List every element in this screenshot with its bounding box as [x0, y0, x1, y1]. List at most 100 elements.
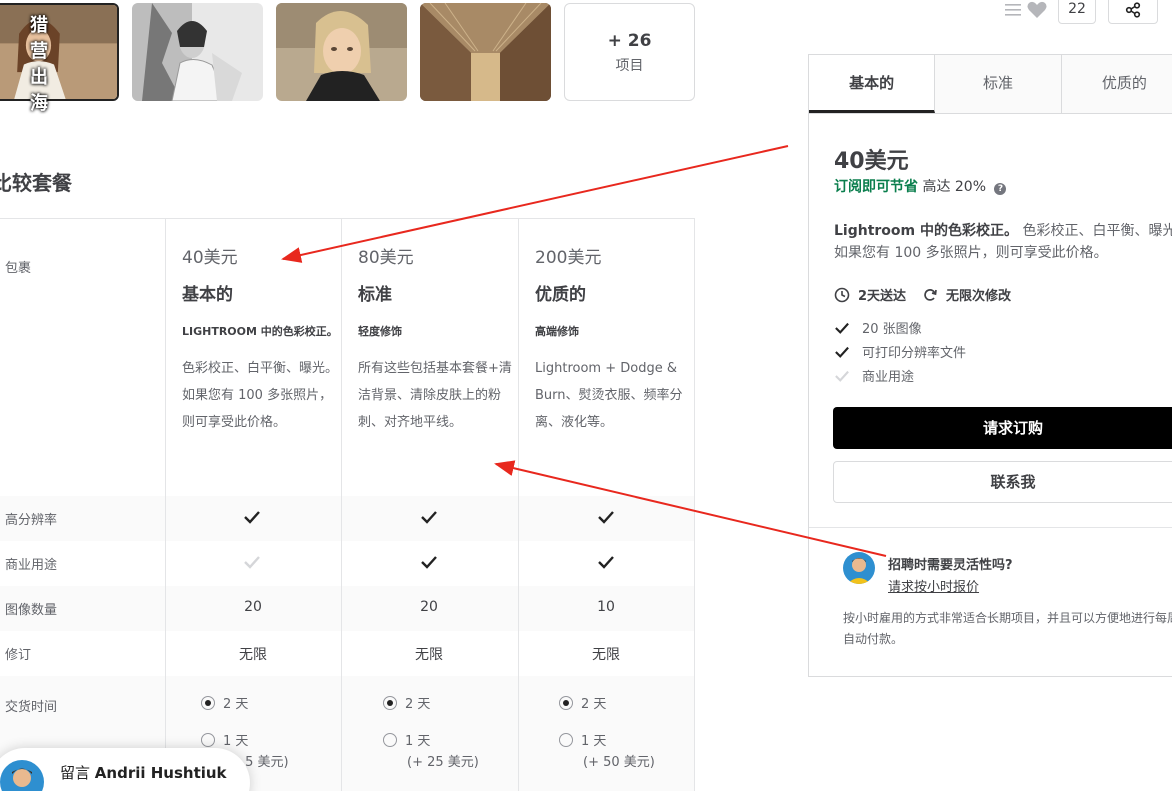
- row-label-hires: 高分辨率: [5, 513, 58, 528]
- delivery-option-label: 1 天: [405, 734, 431, 749]
- revisions-standard: 无限: [415, 647, 443, 663]
- package-premium: 200美元 优质的 高端修饰 Lightroom + Dodge & Burn、…: [535, 243, 695, 436]
- row-commercial: 商业用途: [0, 541, 695, 586]
- compare-packages-title: 比较套餐: [0, 171, 72, 195]
- package-description: Lightroom + Dodge & Burn、熨烫衣服、频率分离、液化等。: [535, 361, 683, 430]
- seller-avatar: [0, 760, 44, 791]
- package-subtitle: 轻度修饰: [358, 325, 402, 338]
- row-label-package: 包裹: [5, 261, 32, 276]
- package-subtitle: LIGHTROOM 中的色彩校正。: [182, 325, 338, 338]
- check-icon-disabled: [835, 370, 849, 382]
- compare-table: 高分辨率 商业用途 图像数量 修订 交货时间 包裹 40美元 基本的 LIGHT…: [0, 218, 695, 791]
- more-items-label: 项目: [615, 58, 644, 74]
- delivery-radio-basic-2d[interactable]: 2 天: [201, 693, 248, 712]
- help-icon[interactable]: ?: [994, 183, 1007, 195]
- revisions-premium: 无限: [592, 647, 620, 663]
- gallery-thumbnail-2[interactable]: [132, 3, 263, 101]
- delivery-radio-premium-1d[interactable]: 1 天 (+ 50 美元): [559, 730, 655, 770]
- images-standard: 20: [420, 599, 438, 615]
- chat-prefix: 留言: [60, 764, 91, 782]
- share-button[interactable]: [1108, 0, 1158, 24]
- row-label-images: 图像数量: [5, 603, 58, 618]
- check-icon: [421, 511, 437, 524]
- menu-icon[interactable]: [1004, 2, 1022, 18]
- radio-icon: [201, 733, 215, 747]
- delivery-radio-standard-1d[interactable]: 1 天 (+ 25 美元): [383, 730, 479, 770]
- package-subtitle: 高端修饰: [535, 325, 579, 338]
- radio-icon: [383, 733, 397, 747]
- radio-selected-icon: [559, 696, 573, 710]
- package-name: 基本的: [182, 285, 233, 305]
- delivery-option-label: 1 天: [223, 734, 249, 749]
- heart-icon[interactable]: [1026, 0, 1048, 20]
- delivery-info: 2天送达 无限次修改: [834, 285, 1011, 304]
- hourly-description: 按小时雇用的方式非常适合长期项目，并且可以方便地进行每周自动付款。: [843, 611, 1172, 646]
- tab-basic[interactable]: 基本的: [809, 55, 936, 113]
- check-icon: [835, 322, 849, 334]
- package-description: 色彩校正、白平衡、曝光。如果您有 100 多张照片，则可享受此价格。: [182, 361, 339, 430]
- watermark-text: 猎营出海: [30, 15, 49, 114]
- delivery-option-label: 2 天: [581, 697, 607, 712]
- clock-icon: [834, 287, 850, 302]
- check-icon: [598, 556, 614, 569]
- subscription-savings: 订阅即可节省 高达 20% ?: [834, 176, 1007, 196]
- radio-selected-icon: [383, 696, 397, 710]
- seller-name: Andrii Hushtiuk: [94, 764, 227, 782]
- delivery-radio-premium-2d[interactable]: 2 天: [559, 693, 606, 712]
- package-name: 标准: [358, 285, 392, 305]
- sidebar-description: Lightroom 中的色彩校正。 色彩校正、白平衡、曝光。如果您有 100 多…: [834, 220, 1172, 264]
- package-name: 优质的: [535, 285, 586, 305]
- delivery-option-label: 2 天: [405, 697, 431, 712]
- delivery-time: 2天送达: [858, 289, 907, 304]
- check-icon: [244, 511, 260, 524]
- hourly-question: 招聘时需要灵活性吗?: [888, 558, 1013, 573]
- feature-label: 可打印分辨率文件: [862, 346, 967, 361]
- row-hires: 高分辨率: [0, 496, 695, 541]
- divider: [809, 527, 1172, 528]
- revisions-basic: 无限: [239, 647, 267, 663]
- feature-item: 20 张图像: [834, 318, 922, 337]
- contact-me-button[interactable]: 联系我: [833, 461, 1172, 503]
- images-basic: 20: [244, 599, 262, 615]
- package-standard: 80美元 标准 轻度修饰 所有这些包括基本套餐+清洁背景、清除皮肤上的粉刺、对齐…: [358, 243, 518, 436]
- package-tabs: 基本的 标准 优质的: [809, 55, 1172, 114]
- check-icon: [598, 511, 614, 524]
- feature-label: 商业用途: [862, 370, 915, 385]
- contact-seller-bubble[interactable]: 留言 Andrii Hushtiuk: [0, 748, 250, 791]
- avatar: [843, 552, 875, 584]
- package-price: 200美元: [535, 248, 602, 268]
- package-description: 所有这些包括基本套餐+清洁背景、清除皮肤上的粉刺、对齐地平线。: [358, 361, 512, 430]
- gallery-thumbnail-1[interactable]: [0, 3, 119, 101]
- radio-icon: [559, 733, 573, 747]
- package-basic: 40美元 基本的 LIGHTROOM 中的色彩校正。 色彩校正、白平衡、曝光。如…: [182, 243, 342, 436]
- radio-selected-icon: [201, 696, 215, 710]
- savings-amount: 高达 20%: [922, 179, 987, 195]
- delivery-option-extra: (+ 25 美元): [407, 755, 479, 770]
- gallery-thumbnail-4[interactable]: [420, 3, 551, 101]
- tab-standard[interactable]: 标准: [935, 55, 1062, 113]
- delivery-option-label: 1 天: [581, 734, 607, 749]
- like-count: 22: [1058, 0, 1096, 24]
- sidebar-price: 40美元: [834, 149, 909, 174]
- request-order-button[interactable]: 请求订购: [833, 407, 1172, 449]
- delivery-option-label: 2 天: [223, 697, 249, 712]
- row-label-commercial: 商业用途: [5, 558, 58, 573]
- refresh-icon: [924, 288, 937, 301]
- check-icon-disabled: [244, 556, 260, 569]
- feature-item: 可打印分辨率文件: [834, 342, 966, 361]
- row-label-delivery: 交货时间: [5, 700, 58, 715]
- tab-premium[interactable]: 优质的: [1061, 55, 1172, 113]
- chat-label: 留言 Andrii Hushtiuk: [60, 762, 227, 783]
- package-sidebar: 基本的 标准 优质的 40美元 订阅即可节省 高达 20% ? Lightroo…: [808, 54, 1172, 677]
- more-items-count: + 26: [607, 31, 652, 51]
- delivery-radio-standard-2d[interactable]: 2 天: [383, 693, 430, 712]
- revisions-count: 无限次修改: [946, 289, 1012, 304]
- images-premium: 10: [597, 599, 615, 615]
- hourly-quote-link[interactable]: 请求按小时报价: [888, 576, 979, 595]
- package-price: 80美元: [358, 248, 414, 268]
- package-price: 40美元: [182, 248, 238, 268]
- gallery-thumbnail-3[interactable]: [276, 3, 407, 101]
- more-items-button[interactable]: + 26 项目: [564, 3, 695, 101]
- check-icon: [421, 556, 437, 569]
- sidebar-description-title: Lightroom 中的色彩校正。: [834, 223, 1019, 239]
